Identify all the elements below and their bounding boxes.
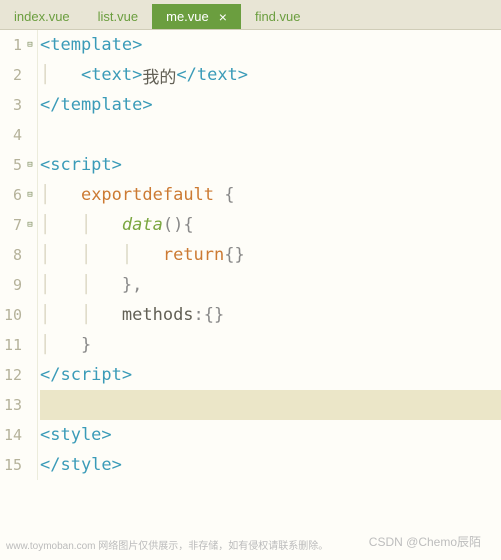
code-token: (){ <box>163 215 194 235</box>
close-icon[interactable]: × <box>219 9 227 25</box>
fold-icon[interactable]: ⊟ <box>24 160 36 170</box>
code-token: :{} <box>194 305 225 325</box>
code-token: <style> <box>40 425 112 445</box>
gutter: 1⊟2345⊟6⊟7⊟89101112131415 <box>0 30 38 480</box>
line-number: 14 <box>0 426 22 444</box>
gutter-line: 2 <box>0 60 37 90</box>
code-token: } <box>81 335 91 355</box>
gutter-line: 3 <box>0 90 37 120</box>
tab-list[interactable]: list.vue <box>84 4 152 29</box>
tab-bar: index.vue list.vue me.vue × find.vue <box>0 0 501 30</box>
line-number: 15 <box>0 456 22 474</box>
code-token: }, <box>122 275 142 295</box>
code-token: <template> <box>40 35 142 55</box>
fold-icon[interactable]: ⊟ <box>24 190 36 200</box>
code-token: <script> <box>40 155 122 175</box>
gutter-line: 9 <box>0 270 37 300</box>
code-token: default <box>142 185 214 205</box>
gutter-line: 11 <box>0 330 37 360</box>
tab-index[interactable]: index.vue <box>0 4 84 29</box>
code-token: data <box>122 215 163 235</box>
code-token: export <box>81 185 142 205</box>
gutter-line: 4 <box>0 120 37 150</box>
code-token: { <box>214 185 234 205</box>
watermark-footer: www.toymoban.com 网络图片仅供展示，非存储，如有侵权请联系删除。 <box>6 537 328 552</box>
line-number: 2 <box>0 66 22 84</box>
code-area[interactable]: <template> │ <text>我的</text> </template>… <box>38 30 501 480</box>
line-number: 12 <box>0 366 22 384</box>
line-number: 5 <box>0 156 22 174</box>
gutter-line: 7⊟ <box>0 210 37 240</box>
gutter-line: 1⊟ <box>0 30 37 60</box>
line-number: 13 <box>0 396 22 414</box>
code-token: methods <box>122 305 194 325</box>
code-token: return <box>163 245 224 265</box>
line-number: 7 <box>0 216 22 234</box>
line-number: 11 <box>0 336 22 354</box>
code-token: {} <box>224 245 244 265</box>
fold-icon[interactable]: ⊟ <box>24 220 36 230</box>
code-token: </template> <box>40 95 153 115</box>
code-token: </style> <box>40 455 122 475</box>
line-number: 6 <box>0 186 22 204</box>
gutter-line: 5⊟ <box>0 150 37 180</box>
watermark-author: CSDN @Chemo辰陌 <box>369 533 481 550</box>
gutter-line: 10 <box>0 300 37 330</box>
code-token: </script> <box>40 365 132 385</box>
fold-icon[interactable]: ⊟ <box>24 40 36 50</box>
code-token: </text> <box>176 65 248 85</box>
gutter-line: 14 <box>0 420 37 450</box>
editor: 1⊟2345⊟6⊟7⊟89101112131415 <template> │ <… <box>0 30 501 480</box>
line-number: 4 <box>0 126 22 144</box>
code-token: 我的 <box>142 63 176 88</box>
line-number: 3 <box>0 96 22 114</box>
line-number: 1 <box>0 36 22 54</box>
line-number: 8 <box>0 246 22 264</box>
line-number: 10 <box>0 306 22 324</box>
gutter-line: 6⊟ <box>0 180 37 210</box>
tab-me[interactable]: me.vue × <box>152 4 241 29</box>
code-token: <text> <box>81 65 142 85</box>
gutter-line: 15 <box>0 450 37 480</box>
gutter-line: 13 <box>0 390 37 420</box>
tab-find[interactable]: find.vue <box>241 4 315 29</box>
line-number: 9 <box>0 276 22 294</box>
gutter-line: 12 <box>0 360 37 390</box>
gutter-line: 8 <box>0 240 37 270</box>
